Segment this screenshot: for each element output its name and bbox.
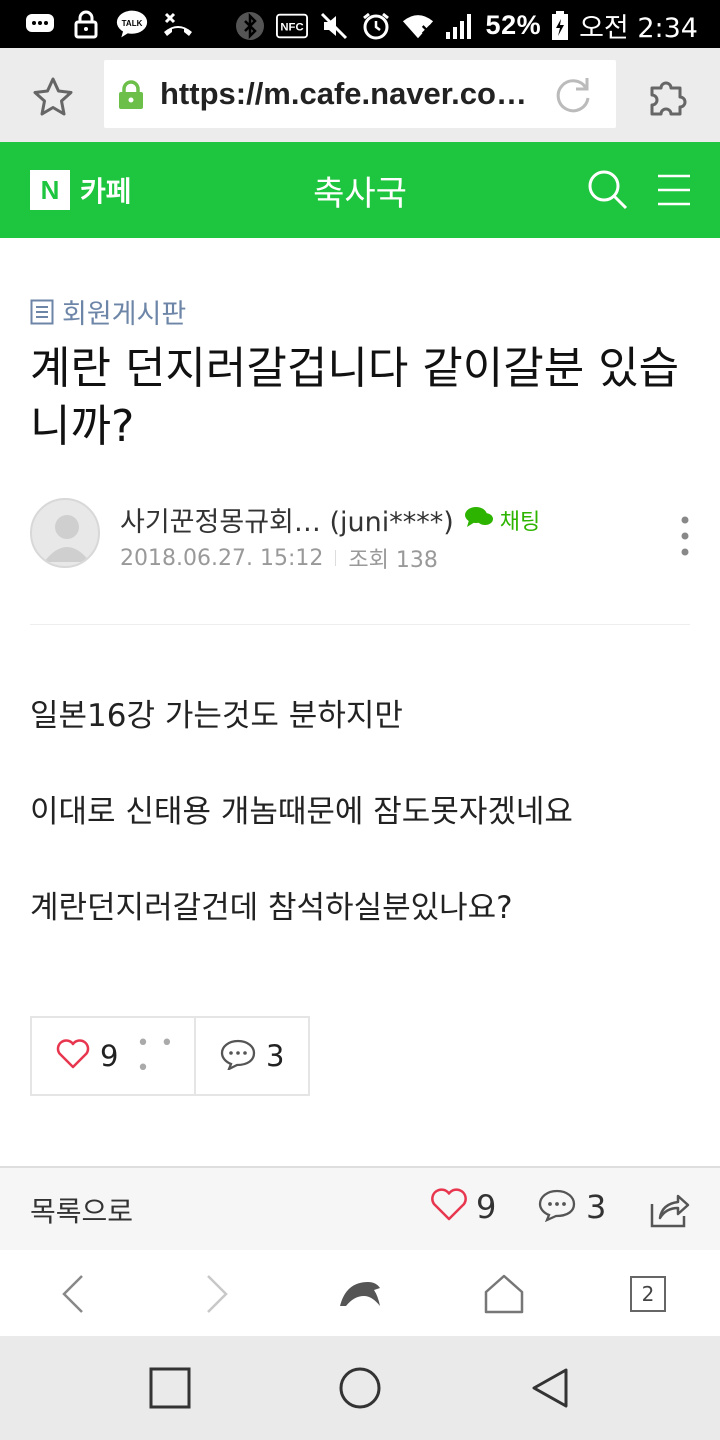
message-icon <box>24 8 56 40</box>
hamburger-menu-icon[interactable] <box>656 172 692 208</box>
mute-icon <box>318 10 350 42</box>
alarm-icon <box>360 10 392 42</box>
post-action-bar: 목록으로 9 3 <box>0 1166 720 1250</box>
browser-nav-bar: 2 <box>0 1250 720 1336</box>
board-link[interactable]: 회원게시판 <box>30 292 186 331</box>
avatar[interactable] <box>30 498 100 568</box>
likers-more-icon[interactable]: • • • <box>136 1031 194 1081</box>
board-name[interactable]: 회원게시판 <box>62 292 186 331</box>
comment-count: 3 <box>586 1188 607 1226</box>
meta-divider <box>335 550 337 566</box>
like-count: 9 <box>100 1039 119 1073</box>
chat-button[interactable]: 채팅 <box>464 504 540 536</box>
post-date: 2018.06.27. 15:12 <box>120 545 324 571</box>
comment-bubble-icon <box>538 1188 576 1226</box>
url-text[interactable]: https://m.cafe.naver.co… <box>160 76 530 112</box>
dolphin-icon[interactable] <box>336 1272 384 1316</box>
address-bar[interactable]: https://m.cafe.naver.co… <box>104 60 616 128</box>
signal-icon <box>444 10 476 42</box>
share-icon[interactable] <box>648 1188 690 1230</box>
lock-icon <box>70 8 102 40</box>
header-divider <box>30 624 690 625</box>
more-options-icon[interactable] <box>678 514 692 558</box>
battery-icon <box>551 10 569 42</box>
cafe-header: N 카페 축사국 <box>0 142 720 238</box>
like-button[interactable]: 9 • • • <box>32 1018 196 1094</box>
like-count: 9 <box>476 1188 497 1226</box>
back-to-list-button[interactable]: 목록으로 <box>30 1190 133 1230</box>
forward-arrow-icon[interactable] <box>194 1272 238 1316</box>
comment-button-bottom[interactable]: 3 <box>538 1188 606 1226</box>
post-title: 계란 던지러갈겁니다 같이갈분 있습니까? <box>30 343 680 452</box>
comment-count: 3 <box>266 1039 285 1073</box>
heart-icon <box>56 1039 90 1073</box>
svg-text:NFC: NFC <box>280 21 303 33</box>
svg-text:TALK: TALK <box>122 19 143 28</box>
comment-bubble-icon <box>220 1038 256 1074</box>
board-list-icon <box>30 299 54 325</box>
chat-label[interactable]: 채팅 <box>500 504 540 536</box>
body-line: 일본16강 가는것도 분하지만 <box>30 698 403 734</box>
view-count: 조회 138 <box>348 548 438 573</box>
body-line: 계란던지러갈건데 참석하실분있나요? <box>30 890 513 926</box>
reaction-box: 9 • • • 3 <box>30 1016 310 1096</box>
talk-icon: TALK <box>116 8 148 40</box>
missed-call-icon <box>162 8 194 40</box>
home-icon[interactable] <box>482 1272 526 1316</box>
body-line: 이대로 신태용 개놈때문에 잠도못자겠네요 <box>30 794 573 830</box>
bookmark-star-icon[interactable] <box>30 74 76 120</box>
recent-apps-icon[interactable] <box>148 1366 192 1410</box>
browser-toolbar: https://m.cafe.naver.co… <box>0 48 720 142</box>
comment-button[interactable]: 3 <box>196 1018 308 1094</box>
tab-count-button[interactable]: 2 <box>630 1276 666 1312</box>
android-nav-bar <box>0 1336 720 1440</box>
back-triangle-icon[interactable] <box>528 1366 572 1410</box>
nfc-icon: NFC <box>275 10 308 42</box>
author-nickname[interactable]: 사기꾼정몽규회… (juni****) <box>120 500 454 539</box>
battery-percent: 52% <box>485 10 542 40</box>
home-circle-icon[interactable] <box>338 1366 382 1410</box>
heart-icon <box>430 1188 468 1226</box>
extension-puzzle-icon[interactable] <box>646 74 690 118</box>
wifi-icon <box>402 10 434 42</box>
bluetooth-icon <box>234 10 266 42</box>
like-button-bottom[interactable]: 9 <box>430 1188 496 1226</box>
post-meta: 2018.06.27. 15:12 조회 138 <box>120 542 438 574</box>
search-icon[interactable] <box>586 168 630 212</box>
reload-icon[interactable] <box>552 74 594 116</box>
author-row: 사기꾼정몽규회… (juni****) 채팅 <box>120 500 540 539</box>
back-arrow-icon[interactable] <box>52 1272 96 1316</box>
clock: 오전 2:34 <box>579 13 698 44</box>
chat-bubble-icon <box>464 505 494 535</box>
status-bar: TALK NFC 52% 오전 2:34 <box>0 0 720 48</box>
secure-lock-icon <box>118 80 144 110</box>
